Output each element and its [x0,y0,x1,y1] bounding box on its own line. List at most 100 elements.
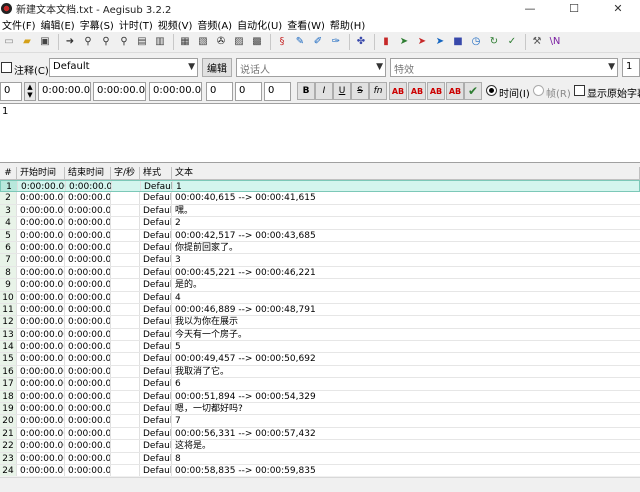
table-row[interactable]: 60:00:00.000:00:00.00Default你提前回家了。 [0,241,640,255]
table-row[interactable]: 180:00:00.000:00:00.00Default00:00:51,89… [0,390,640,404]
video-details-icon[interactable]: ▤ [134,34,150,50]
minimize-button[interactable]: — [508,0,552,16]
menu-item-1[interactable]: 编辑(E) [39,17,78,32]
table-row[interactable]: 190:00:00.000:00:00.00Default嗯，一切都好吗? [0,403,640,416]
table-row[interactable]: 100:00:00.000:00:00.00Default4 [0,291,640,304]
table-row[interactable]: 40:00:00.000:00:00.00Default2 [0,217,640,230]
underline-button[interactable]: U [333,82,351,100]
col-header-text[interactable]: 文本 [172,167,640,179]
maximize-button[interactable]: ☐ [552,0,596,16]
show-original-checkbox[interactable] [574,85,585,96]
col-header-number[interactable]: # [0,167,17,179]
time-mode-radio[interactable] [486,85,497,96]
strikeout-button[interactable]: S [351,82,369,100]
table-row[interactable]: 20:00:00.000:00:00.00Default00:00:40,615… [0,192,640,205]
col-header-start[interactable]: 开始时间 [17,167,65,179]
style-select[interactable]: Default ▼ [49,58,198,77]
table-row[interactable]: 240:00:00.000:00:00.00Default00:00:58,83… [0,464,640,476]
table-row[interactable]: 150:00:00.000:00:00.00Default00:00:49,45… [0,353,640,366]
start-time-field[interactable]: 0:00:00.00 [38,82,91,101]
menu-item-6[interactable]: 自动化(U) [235,17,285,32]
zoom-out-icon[interactable]: ⚲ [98,34,114,50]
menu-item-4[interactable]: 视频(V) [156,17,196,32]
table-row[interactable]: 70:00:00.000:00:00.00Default3 [0,254,640,267]
timing-post-processor-icon[interactable]: ▮ [378,34,394,50]
primary-color-button[interactable]: AB [389,82,407,100]
table-row[interactable]: 50:00:00.000:00:00.00Default00:00:42,517… [0,229,640,242]
shift-times-icon[interactable]: ➤ [396,34,412,50]
frame-mode-radio[interactable] [533,85,544,96]
layer-spinner[interactable]: ▲ ▼ [24,82,36,101]
margin-right-field[interactable]: 0 [235,82,262,101]
close-button[interactable]: ✕ [596,0,640,16]
shadow-color-button[interactable]: AB [446,82,464,100]
stop-icon[interactable]: ■ [450,34,466,50]
col-header-end[interactable]: 结束时间 [65,167,111,179]
table-row[interactable]: 170:00:00.000:00:00.00Default6 [0,378,640,391]
properties-icon[interactable]: ▦ [177,34,193,50]
table-row[interactable]: 10:00:00.000:00:00.00Default1 [0,180,640,193]
italic-button[interactable]: I [315,82,333,100]
effect-combo[interactable]: 特效 ▼ [390,58,618,77]
table-row[interactable]: 120:00:00.000:00:00.00Default我以为你在展示 [0,316,640,329]
table-row[interactable]: 210:00:00.000:00:00.00Default00:00:56,33… [0,427,640,441]
subtitle-text-editor[interactable]: 1 [0,103,640,163]
table-row[interactable]: 140:00:00.000:00:00.00Default5 [0,341,640,354]
save-icon[interactable]: ▣ [37,34,53,50]
spellcheck-icon[interactable]: ✎ [292,34,308,50]
styling-assistant-icon[interactable]: ✐ [310,34,326,50]
resample-icon[interactable]: ▨ [231,34,247,50]
table-row[interactable]: 160:00:00.000:00:00.00Default我取消了它。 [0,365,640,379]
bold-button[interactable]: B [297,82,315,100]
layer-field[interactable]: 0 [0,82,22,101]
menu-item-3[interactable]: 计时(T) [117,17,156,32]
kanji-timer-icon[interactable]: ✑ [328,34,344,50]
edit-style-button[interactable]: 编辑 [202,58,232,77]
menu-item-2[interactable]: 字幕(S) [78,17,117,32]
margin-left-field[interactable]: 0 [206,82,233,101]
table-row[interactable]: 30:00:00.000:00:00.00Default嘿。 [0,204,640,218]
end-time-field[interactable]: 0:00:00.00 [93,82,146,101]
menu-item-7[interactable]: 查看(W) [285,17,328,32]
translation-icon[interactable]: § [274,34,290,50]
new-file-icon[interactable]: ▭ [1,34,17,50]
menu-item-0[interactable]: 文件(F) [0,17,39,32]
styles-manager-icon[interactable]: ▩ [249,34,265,50]
menu-item-5[interactable]: 音频(A) [195,17,235,32]
timer-icon[interactable]: ◷ [468,34,484,50]
table-row[interactable]: 220:00:00.000:00:00.00Default这将是。 [0,440,640,453]
margin-vertical-field[interactable]: 0 [264,82,291,101]
actor-combo[interactable]: 说话人 ▼ [236,58,386,77]
zoom-icon[interactable]: ⚲ [116,34,132,50]
override-tag-icon[interactable]: \N [547,34,563,50]
col-header-cps[interactable]: 字/秒 [111,167,140,179]
table-row[interactable]: 110:00:00.000:00:00.00Default00:00:46,88… [0,303,640,317]
commit-icon[interactable]: ✔ [464,82,482,100]
video-frame-icon[interactable]: ▥ [152,34,168,50]
attachments-icon[interactable]: ▧ [195,34,211,50]
jump-to-icon[interactable]: ➜ [62,34,78,50]
table-row[interactable]: 90:00:00.000:00:00.00Default是的。 [0,279,640,292]
options-icon[interactable]: ⚒ [529,34,545,50]
fonts-collector-icon[interactable]: ✇ [213,34,229,50]
font-button[interactable]: fn [369,82,387,100]
duration-field[interactable]: 0:00:00.00 [149,82,202,101]
table-row[interactable]: 80:00:00.000:00:00.00Default00:00:45,221… [0,266,640,280]
automation-icon[interactable]: ✤ [353,34,369,50]
zoom-in-icon[interactable]: ⚲ [80,34,96,50]
layer-top-field[interactable]: 1 [622,58,640,77]
secondary-color-button[interactable]: AB [408,82,426,100]
table-row[interactable]: 130:00:00.000:00:00.00Default今天有一个房子。 [0,328,640,342]
table-row[interactable]: 200:00:00.000:00:00.00Default7 [0,415,640,428]
tool-icon[interactable]: ✓ [504,34,520,50]
menu-item-8[interactable]: 帮助(H) [328,17,368,32]
snap-start-icon[interactable]: ➤ [414,34,430,50]
row-cps [111,204,140,217]
outline-color-button[interactable]: AB [427,82,445,100]
table-row[interactable]: 230:00:00.000:00:00.00Default8 [0,452,640,465]
col-header-style[interactable]: 样式 [140,167,172,179]
open-file-icon[interactable]: ▰ [19,34,35,50]
comment-checkbox[interactable] [1,62,12,73]
sort-icon[interactable]: ↻ [486,34,502,50]
snap-end-icon[interactable]: ➤ [432,34,448,50]
